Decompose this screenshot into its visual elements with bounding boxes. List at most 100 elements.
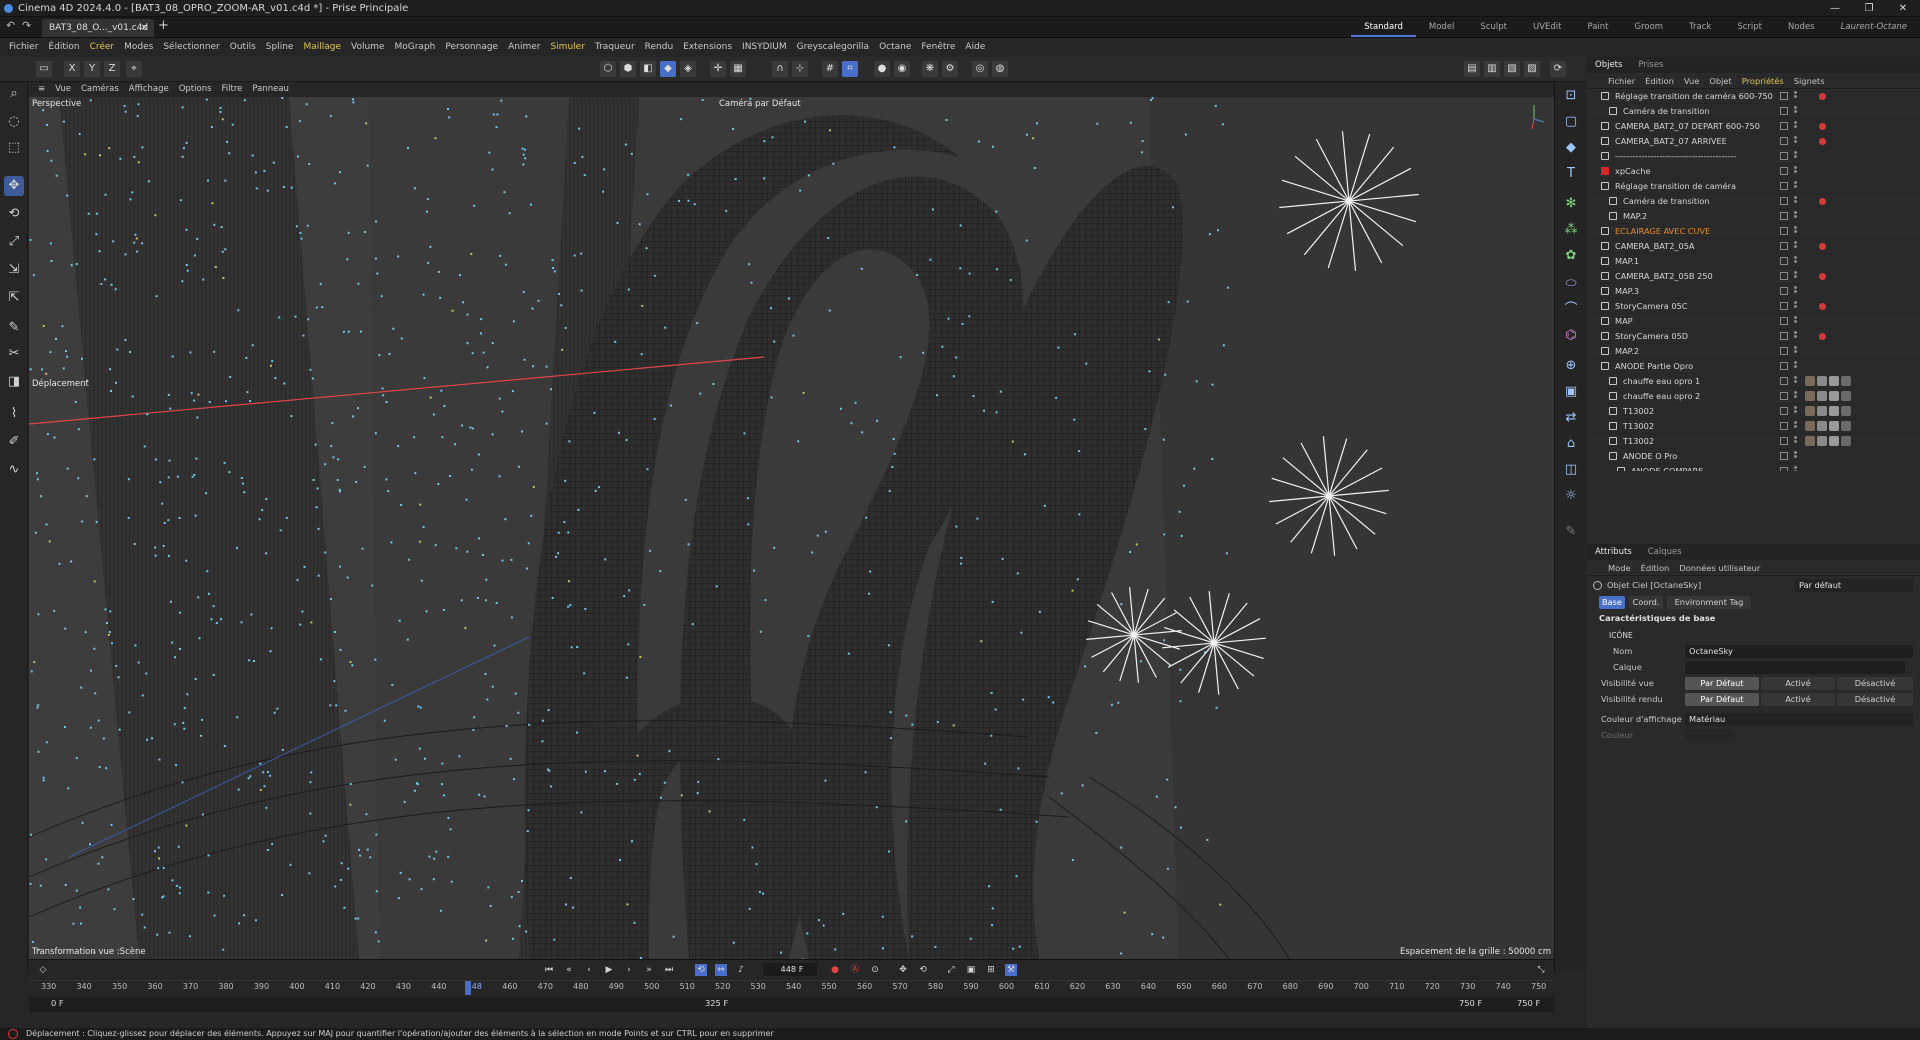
go-to-start-icon[interactable]: ⏮	[543, 964, 555, 976]
tab-objets[interactable]: Objets	[1587, 57, 1630, 73]
scene-icon[interactable]: ⌂	[1561, 434, 1581, 454]
loop-icon[interactable]: ⟲	[695, 964, 707, 976]
null-object-icon[interactable]: ⊡	[1561, 86, 1581, 106]
current-frame-field[interactable]: 448 F	[763, 963, 817, 976]
layer-checkbox[interactable]	[1780, 407, 1788, 415]
timeline-settings-icon[interactable]: ⚒	[1005, 964, 1017, 976]
layout-standard[interactable]: Standard	[1351, 17, 1416, 37]
layer-checkbox[interactable]	[1780, 152, 1788, 160]
om-menu-objet[interactable]: Objet	[1704, 74, 1736, 88]
visibility-dots[interactable]	[1794, 406, 1797, 417]
visibility-dots[interactable]	[1794, 271, 1797, 282]
go-to-end-icon[interactable]: ⏭	[663, 964, 675, 976]
menu-insydium[interactable]: INSYDIUM	[737, 38, 792, 57]
om-menu-proprietes[interactable]: Propriétés	[1737, 74, 1789, 88]
object-name[interactable]: ANODE O Pro	[1623, 449, 1677, 464]
vp-menu-affichage[interactable]: Affichage	[124, 82, 174, 97]
object-row[interactable]: MAP.2	[1587, 209, 1920, 224]
object-row[interactable]: CAMERA_BAT2_07 ARRIVEE	[1587, 134, 1920, 149]
layer-checkbox[interactable]	[1780, 467, 1788, 471]
effector-icon[interactable]: ✿	[1561, 246, 1581, 266]
close-tab-icon[interactable]: ×	[140, 19, 148, 37]
om-menu-signets[interactable]: Signets	[1789, 74, 1830, 88]
visibility-dots[interactable]	[1794, 256, 1797, 267]
menu-personnage[interactable]: Personnage	[440, 38, 503, 57]
render-settings-icon[interactable]: ▧	[1504, 61, 1520, 77]
icon-group-header[interactable]: ICÔNE	[1587, 628, 1920, 643]
viewport-camera-label[interactable]: Caméra par Défaut	[719, 99, 801, 109]
visibility-dots[interactable]	[1794, 241, 1797, 252]
visibility-dots[interactable]	[1794, 301, 1797, 312]
object-row[interactable]: MAP.2	[1587, 344, 1920, 359]
material-tag-icon[interactable]	[1805, 391, 1815, 401]
range-start[interactable]: 0 F	[51, 998, 64, 1008]
visibility-dots[interactable]	[1794, 421, 1797, 432]
menu-fenetre[interactable]: Fenêtre	[916, 38, 960, 57]
live-selection-icon[interactable]: ◌	[4, 112, 24, 132]
vis-editor-off[interactable]: Désactivé	[1837, 677, 1913, 690]
object-row[interactable]: ANODE COMPARE	[1587, 464, 1920, 471]
render-region-icon[interactable]: ●	[874, 61, 890, 77]
layer-checkbox[interactable]	[1780, 437, 1788, 445]
object-row[interactable]: Caméra de transition	[1587, 104, 1920, 119]
menu-outils[interactable]: Outils	[225, 38, 261, 57]
spline-pen-icon[interactable]: ✎	[4, 318, 24, 338]
subtab-base[interactable]: Base	[1599, 596, 1625, 609]
vp-menu-vue[interactable]: Vue	[50, 82, 76, 97]
octane-settings-icon[interactable]: ⚙	[942, 61, 958, 77]
coordinate-system-icon[interactable]: ⌖	[126, 61, 142, 77]
material-tag-icon[interactable]	[1805, 376, 1815, 386]
paint-tool-icon[interactable]: ✐	[4, 432, 24, 452]
extrude-tool-icon[interactable]: ◨	[4, 372, 24, 392]
param-key-icon[interactable]: ▣	[965, 964, 977, 976]
menu-simuler[interactable]: Simuler	[545, 38, 589, 57]
visibility-dots[interactable]	[1794, 346, 1797, 357]
menu-selectionner[interactable]: Sélectionner	[158, 38, 224, 57]
layer-checkbox[interactable]	[1780, 197, 1788, 205]
material-tag-icon[interactable]	[1805, 406, 1815, 416]
visibility-dots[interactable]	[1794, 226, 1797, 237]
lasso-tool-icon[interactable]: ∿	[4, 460, 24, 480]
3d-viewport[interactable]: Perspective Caméra par Défaut Déplacemen…	[29, 97, 1554, 959]
object-name[interactable]: chauffe eau opro 1	[1623, 374, 1700, 389]
visibility-dots[interactable]	[1794, 196, 1797, 207]
document-tab[interactable]: BAT3_08_O..._v01.c4d * ×	[42, 19, 154, 51]
object-name[interactable]: chauffe eau opro 2	[1623, 389, 1700, 404]
layer-checkbox[interactable]	[1780, 302, 1788, 310]
object-name[interactable]: MAP.2	[1623, 209, 1647, 224]
subtab-environment-tag[interactable]: Environment Tag	[1667, 596, 1751, 609]
close-window-button[interactable]: ✕	[1886, 0, 1920, 17]
object-row[interactable]: chauffe eau opro 1	[1587, 374, 1920, 389]
prev-key-icon[interactable]: «	[563, 964, 575, 976]
magnet-snap-icon[interactable]: ∩	[772, 61, 788, 77]
visibility-dots[interactable]	[1794, 121, 1797, 132]
layer-checkbox[interactable]	[1780, 422, 1788, 430]
visibility-dots[interactable]	[1794, 106, 1797, 117]
vis-render-off[interactable]: Désactivé	[1837, 693, 1913, 706]
material-tag-icon[interactable]	[1841, 376, 1851, 386]
visibility-dots[interactable]	[1794, 466, 1797, 471]
transfer-tool-icon[interactable]: ⇲	[4, 260, 24, 280]
uv-mode-icon[interactable]: ◈	[680, 61, 696, 77]
camera-view-icon[interactable]: ◫	[1561, 460, 1581, 480]
menu-octane[interactable]: Octane	[874, 38, 916, 57]
material-tag-icon[interactable]	[1829, 391, 1839, 401]
next-key-icon[interactable]: »	[643, 964, 655, 976]
material-tag-icon[interactable]	[1817, 436, 1827, 446]
object-tree[interactable]: Réglage transition de caméra 600-750 Camé…	[1587, 89, 1920, 471]
material-tag-icon[interactable]	[1829, 406, 1839, 416]
layer-checkbox[interactable]	[1780, 182, 1788, 190]
om-menu-vue[interactable]: Vue	[1679, 74, 1704, 88]
menu-aide[interactable]: Aide	[960, 38, 990, 57]
workplane-icon[interactable]: ⌗	[842, 61, 858, 77]
vp-menu-options[interactable]: Options	[174, 82, 217, 97]
layer-checkbox[interactable]	[1780, 377, 1788, 385]
object-name[interactable]: StoryCamera 05C	[1615, 299, 1688, 314]
object-mode-icon[interactable]: ◆	[660, 61, 676, 77]
redo-icon[interactable]: ↷	[22, 19, 31, 32]
object-name[interactable]: T13002	[1623, 434, 1654, 449]
axis-mode-icon[interactable]: ✛	[710, 61, 726, 77]
soft-selection-icon[interactable]: ⊹	[792, 61, 808, 77]
object-name[interactable]: MAP.3	[1615, 284, 1639, 299]
visibility-dots[interactable]	[1794, 91, 1797, 102]
